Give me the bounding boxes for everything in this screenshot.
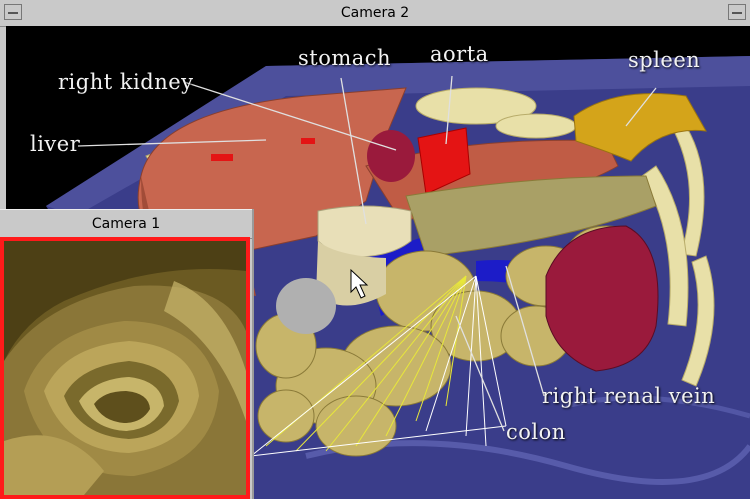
label-colon: colon bbox=[506, 420, 566, 444]
label-right-kidney: right kidney bbox=[58, 70, 194, 94]
label-spleen: spleen bbox=[628, 48, 701, 72]
minus-icon bbox=[732, 12, 742, 14]
label-right-renal-vein: right renal vein bbox=[542, 384, 716, 408]
camera2-title: Camera 2 bbox=[340, 5, 410, 21]
label-liver: liver bbox=[30, 132, 81, 156]
minus-icon bbox=[8, 12, 18, 14]
camera1-title: Camera 1 bbox=[91, 216, 161, 232]
label-stomach: stomach bbox=[298, 46, 392, 70]
camera2-titlebar[interactable]: Camera 2 bbox=[0, 0, 750, 27]
camera2-minimize-button[interactable] bbox=[728, 4, 746, 20]
camera1-viewport-border bbox=[0, 237, 250, 499]
colon-interior-render bbox=[4, 241, 246, 495]
camera1-window: Camera 1 bbox=[0, 209, 254, 499]
camera1-titlebar[interactable]: Camera 1 bbox=[0, 209, 252, 239]
label-aorta: aorta bbox=[430, 42, 489, 66]
camera1-3d-viewport[interactable] bbox=[4, 241, 246, 495]
camera2-menu-button[interactable] bbox=[4, 4, 22, 20]
right-kidney-mesh bbox=[367, 130, 415, 182]
